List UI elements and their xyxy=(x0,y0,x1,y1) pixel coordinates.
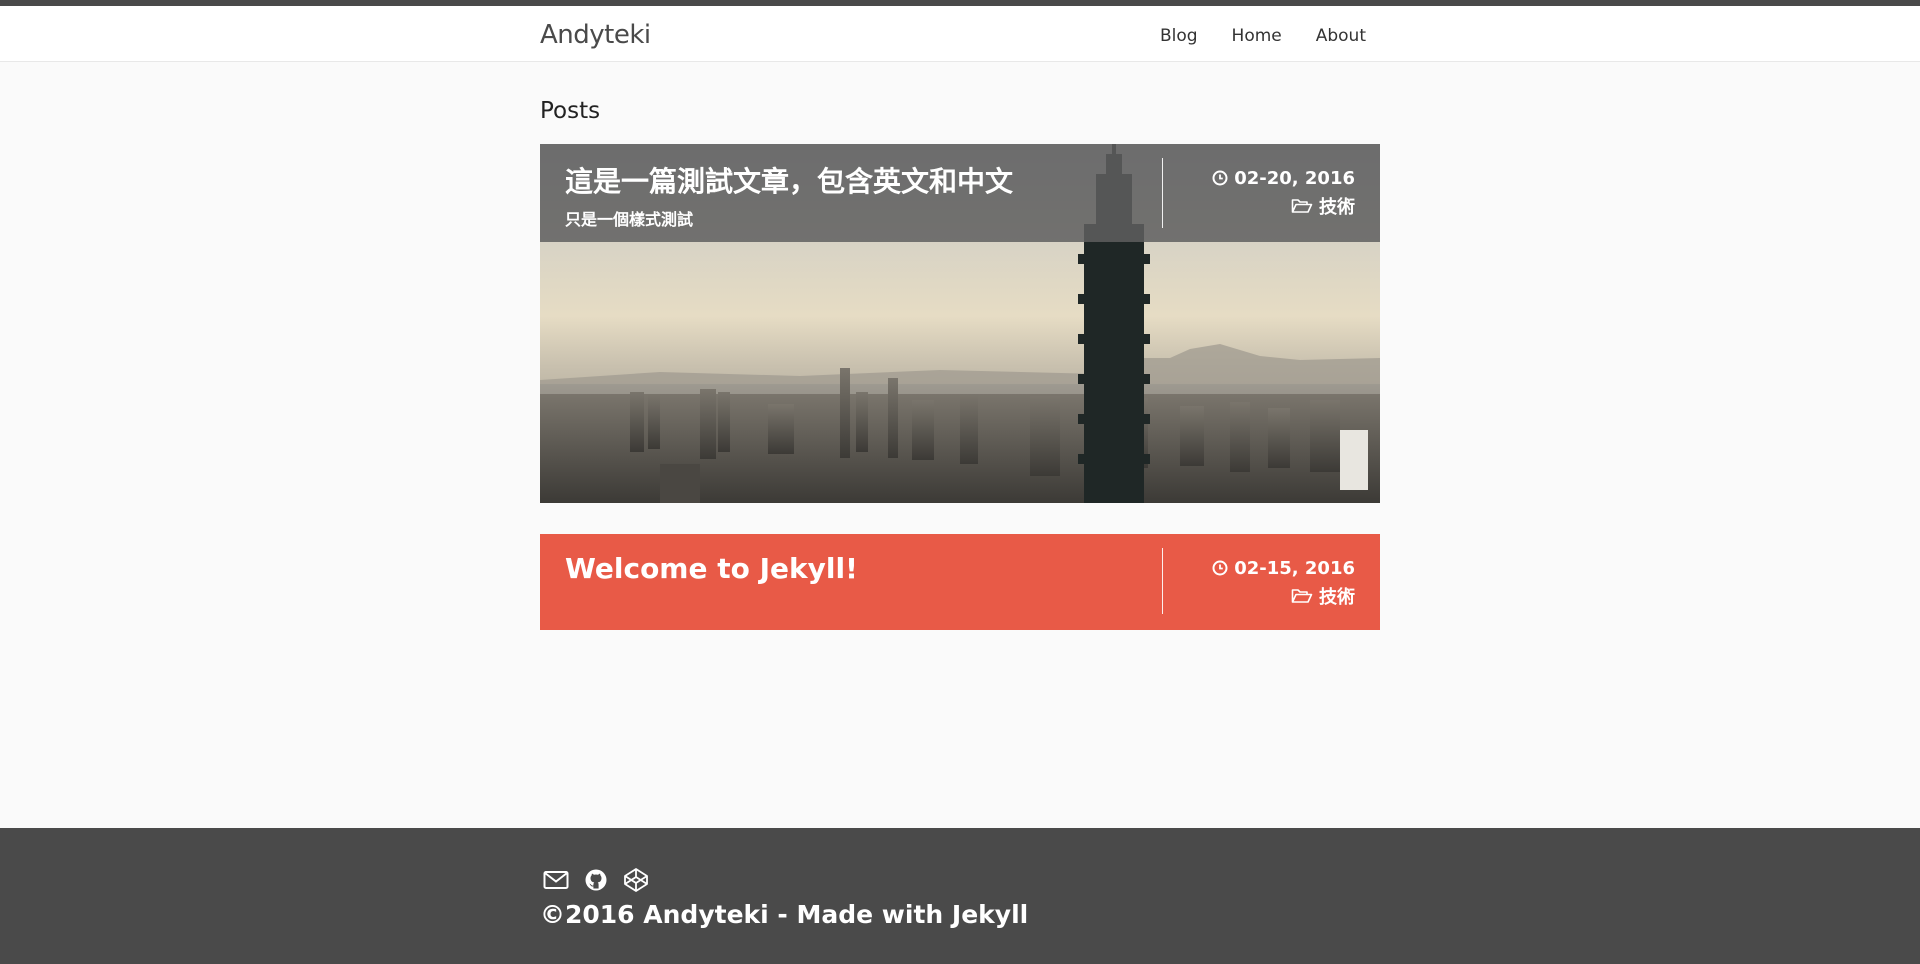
site-brand-link[interactable]: Andyteki xyxy=(540,20,651,50)
codepen-icon[interactable] xyxy=(622,866,650,894)
post-divider xyxy=(1162,158,1163,228)
post-subtitle: 只是一個樣式測試 xyxy=(565,210,694,229)
nav-link-home[interactable]: Home xyxy=(1232,26,1282,46)
clock-icon xyxy=(1212,560,1228,576)
site-header: Andyteki Blog Home About xyxy=(0,0,1920,62)
post-header-overlay: 這是一篇測試文章，包含英文和中文 只是一個樣式測試 02-20, 2016 技術 xyxy=(540,144,1380,242)
post-text: Welcome to Jekyll! xyxy=(565,552,858,585)
post-card-2[interactable]: Welcome to Jekyll! 02-15, 2016 技術 xyxy=(540,534,1380,630)
site-footer: ©2016 Andyteki - Made with Jekyll xyxy=(0,828,1920,964)
post-meta: 02-15, 2016 技術 xyxy=(1212,554,1355,610)
post-title[interactable]: 這是一篇測試文章，包含英文和中文 xyxy=(565,160,1013,200)
folder-open-icon xyxy=(1291,588,1313,604)
folder-open-icon xyxy=(1291,198,1313,214)
main-nav: Blog Home About xyxy=(1160,26,1366,46)
post-meta: 02-20, 2016 技術 xyxy=(1212,164,1355,220)
post-category[interactable]: 技術 xyxy=(1319,193,1355,219)
copyright-text: ©2016 Andyteki - Made with Jekyll xyxy=(540,900,1029,929)
posts-heading: Posts xyxy=(540,98,601,124)
post-category[interactable]: 技術 xyxy=(1319,583,1355,609)
post-title[interactable]: Welcome to Jekyll! xyxy=(565,552,858,585)
nav-link-about[interactable]: About xyxy=(1316,26,1366,46)
post-card-1[interactable]: 這是一篇測試文章，包含英文和中文 只是一個樣式測試 02-20, 2016 技術 xyxy=(540,144,1380,503)
post-date: 02-15, 2016 xyxy=(1234,557,1355,579)
mail-icon[interactable] xyxy=(542,866,570,894)
post-text: 這是一篇測試文章，包含英文和中文 只是一個樣式測試 xyxy=(565,160,1013,230)
post-date: 02-20, 2016 xyxy=(1234,167,1355,189)
nav-link-blog[interactable]: Blog xyxy=(1160,26,1198,46)
clock-icon xyxy=(1212,170,1228,186)
social-links xyxy=(542,866,650,894)
post-divider xyxy=(1162,548,1163,614)
github-icon[interactable] xyxy=(582,866,610,894)
